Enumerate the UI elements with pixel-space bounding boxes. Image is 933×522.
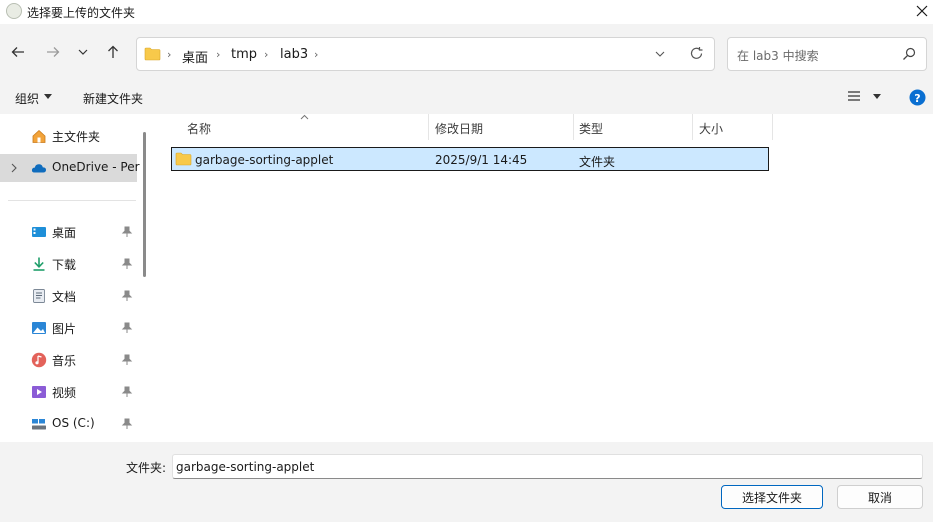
table-row[interactable]: garbage-sorting-applet 2025/9/1 14:45 文件… — [171, 147, 769, 171]
up-button[interactable] — [101, 40, 125, 64]
divider — [8, 200, 136, 201]
sidebar-item-desktop[interactable]: 桌面 — [0, 218, 140, 246]
breadcrumb-lab3[interactable]: lab3 — [280, 47, 308, 62]
help-icon: ? — [909, 89, 926, 106]
file-list: 名称 修改日期 类型 大小 garbage-sorting-applet 202… — [152, 114, 933, 442]
sidebar-scrollbar[interactable] — [143, 132, 146, 277]
folder-icon — [175, 152, 192, 166]
svg-text:?: ? — [914, 92, 920, 105]
sidebar-item-label: 下载 — [52, 258, 77, 272]
window-title: 选择要上传的文件夹 — [27, 6, 136, 20]
column-header-size[interactable]: 大小 — [699, 120, 723, 137]
arrow-left-icon — [11, 47, 24, 57]
refresh-icon — [690, 47, 703, 59]
sidebar-item-os-drive[interactable]: OS (C:) — [0, 410, 140, 438]
sidebar-item-onedrive[interactable]: OneDrive - Per — [0, 154, 140, 182]
view-options-button[interactable] — [847, 90, 861, 102]
breadcrumb-separator: › — [216, 48, 221, 61]
app-icon — [6, 3, 22, 19]
chevron-down-icon — [655, 51, 665, 57]
pin-icon[interactable] — [121, 322, 133, 334]
dialog-footer: 文件夹: 选择文件夹 取消 — [0, 442, 933, 522]
arrow-up-icon — [108, 45, 118, 58]
address-history-button[interactable] — [654, 48, 666, 60]
recent-locations-button[interactable] — [71, 40, 95, 64]
search-icon[interactable] — [902, 47, 916, 61]
sidebar-item-pictures[interactable]: 图片 — [0, 314, 140, 342]
cancel-button[interactable]: 取消 — [837, 485, 923, 509]
pin-icon[interactable] — [121, 418, 133, 430]
sidebar-item-documents[interactable]: 文档 — [0, 282, 140, 310]
sidebar-item-downloads[interactable]: 下载 — [0, 250, 140, 278]
navigation-bar: › 桌面 › tmp › lab3 › 在 lab3 中搜索 — [0, 24, 933, 80]
sidebar-item-music[interactable]: 音乐 — [0, 346, 140, 374]
column-divider[interactable] — [573, 114, 574, 140]
address-bar[interactable]: › 桌面 › tmp › lab3 › — [136, 37, 715, 71]
folder-name-field[interactable] — [172, 454, 923, 479]
sidebar-item-label: 文档 — [52, 290, 77, 304]
command-bar: 组织 新建文件夹 ? — [0, 80, 933, 114]
navigation-pane: 主文件夹 OneDrive - Per 桌面 下载 文档 图片 音乐 视频 OS… — [0, 114, 152, 442]
pin-icon[interactable] — [121, 290, 133, 302]
organize-button[interactable]: 组织 — [15, 90, 39, 107]
sort-ascending-icon — [300, 114, 309, 120]
refresh-button[interactable] — [689, 46, 704, 61]
breadcrumb-tmp[interactable]: tmp — [231, 47, 257, 62]
sidebar-item-label: 主文件夹 — [52, 130, 101, 144]
onedrive-icon — [31, 164, 47, 173]
folder-icon — [144, 47, 161, 61]
breadcrumb-separator[interactable]: › — [314, 48, 318, 61]
music-icon — [31, 352, 47, 368]
file-modified: 2025/9/1 14:45 — [435, 153, 528, 167]
sidebar-item-label: OneDrive - Per — [52, 160, 140, 174]
pin-icon[interactable] — [121, 258, 133, 270]
search-input[interactable]: 在 lab3 中搜索 — [737, 47, 819, 64]
sidebar-item-videos[interactable]: 视频 — [0, 378, 140, 406]
sidebar-item-label: 视频 — [52, 386, 77, 400]
file-name: garbage-sorting-applet — [195, 153, 334, 167]
file-type: 文件夹 — [579, 155, 616, 169]
chevron-down-icon — [78, 49, 88, 55]
arrow-right-icon — [47, 47, 60, 57]
close-button[interactable] — [913, 2, 931, 20]
back-button[interactable] — [6, 40, 30, 64]
column-divider[interactable] — [692, 114, 693, 140]
column-divider[interactable] — [428, 114, 429, 140]
close-icon — [916, 5, 928, 17]
sidebar-item-label: 图片 — [52, 322, 77, 336]
column-header-type[interactable]: 类型 — [579, 120, 603, 137]
document-icon — [33, 289, 45, 303]
forward-button[interactable] — [41, 40, 65, 64]
column-header-modified[interactable]: 修改日期 — [435, 120, 483, 137]
sidebar-item-label: 桌面 — [52, 226, 77, 240]
breadcrumb-separator: › — [167, 48, 172, 61]
pin-icon[interactable] — [121, 386, 133, 398]
pin-icon[interactable] — [121, 354, 133, 366]
download-icon — [33, 257, 45, 271]
list-view-icon — [848, 91, 860, 101]
select-folder-button[interactable]: 选择文件夹 — [721, 485, 823, 509]
drive-icon — [32, 419, 46, 430]
folder-field-label: 文件夹: — [126, 461, 167, 475]
home-icon — [32, 129, 46, 143]
sidebar-item-label: 音乐 — [52, 354, 77, 368]
pin-icon[interactable] — [121, 226, 133, 238]
breadcrumb-desktop[interactable]: 桌面 — [182, 47, 208, 66]
search-box[interactable]: 在 lab3 中搜索 — [727, 37, 927, 71]
sidebar-item-home[interactable]: 主文件夹 — [0, 122, 140, 150]
breadcrumb-separator: › — [264, 48, 269, 61]
help-button[interactable]: ? — [909, 89, 926, 106]
column-header-name[interactable]: 名称 — [187, 120, 211, 137]
column-divider[interactable] — [772, 114, 773, 140]
caret-down-icon[interactable] — [44, 94, 52, 100]
caret-down-icon[interactable] — [873, 94, 881, 100]
title-bar: 选择要上传的文件夹 — [0, 0, 933, 24]
sidebar-item-label: OS (C:) — [52, 416, 95, 430]
desktop-icon — [32, 227, 46, 237]
new-folder-button[interactable]: 新建文件夹 — [83, 90, 143, 107]
pictures-icon — [32, 322, 46, 334]
video-icon — [32, 386, 46, 398]
chevron-right-icon[interactable] — [10, 163, 18, 173]
